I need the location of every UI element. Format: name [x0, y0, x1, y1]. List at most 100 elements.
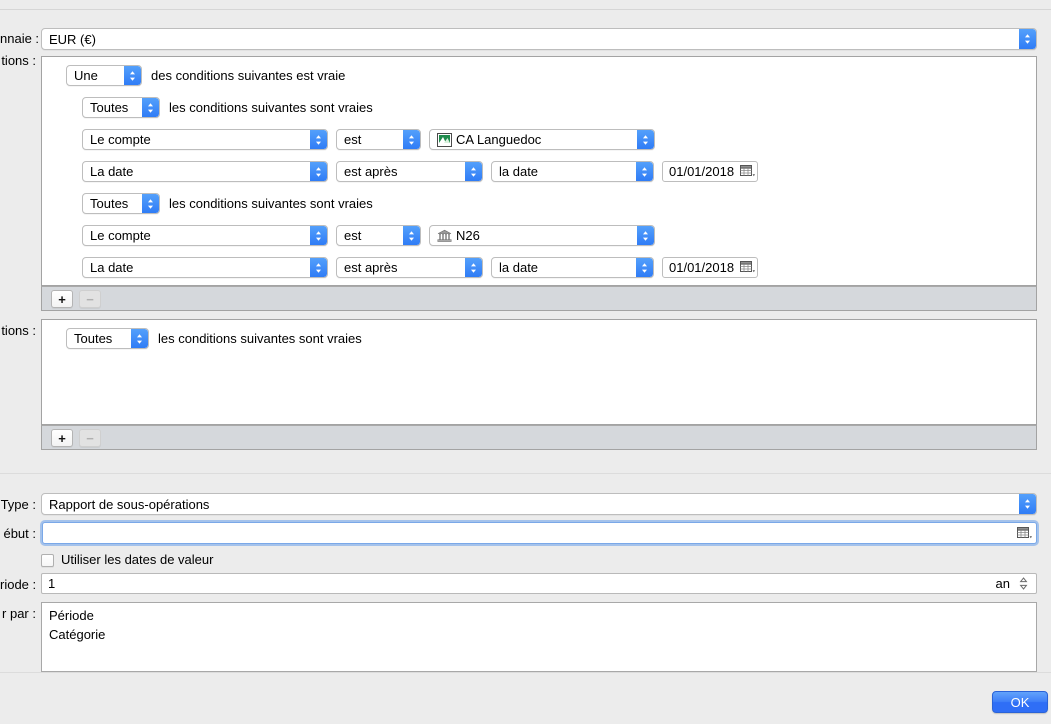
condition-account-popup[interactable]: N26: [429, 225, 655, 246]
conditions-secondary-footer: + −: [41, 425, 1037, 450]
sort-label: r par :: [2, 606, 36, 621]
ok-button[interactable]: OK: [992, 691, 1048, 713]
chevron-updown-icon[interactable]: [142, 98, 159, 117]
section-divider: [0, 473, 1051, 474]
period-count-field[interactable]: 1 an: [41, 573, 1037, 594]
chevron-updown-icon[interactable]: [636, 162, 653, 181]
condition-date-value: 01/01/2018: [669, 260, 735, 275]
list-item[interactable]: Catégorie: [42, 625, 1036, 644]
condition-datemode-popup[interactable]: la date: [491, 257, 654, 278]
calendar-icon[interactable]: [740, 261, 756, 274]
dialog-footer-bar: [0, 673, 1051, 724]
chevron-updown-icon[interactable]: [636, 258, 653, 277]
group-match-value: Toutes: [90, 100, 129, 115]
conditions-primary-label: tions :: [1, 53, 36, 68]
root-match-popup[interactable]: Toutes: [66, 328, 149, 349]
calendar-icon[interactable]: [1017, 526, 1032, 540]
condition-account-value: N26: [456, 228, 480, 243]
root-match-text: des conditions suivantes est vraie: [151, 67, 346, 83]
condition-group-header: Toutes les conditions suivantes sont vra…: [82, 193, 373, 214]
condition-field-popup[interactable]: La date: [82, 161, 328, 182]
add-condition-button[interactable]: +: [51, 290, 73, 308]
chevron-updown-icon[interactable]: [465, 162, 482, 181]
group-match-value: Toutes: [90, 196, 129, 211]
condition-field-popup[interactable]: La date: [82, 257, 328, 278]
use-value-dates-checkbox-row[interactable]: Utiliser les dates de valeur: [41, 552, 213, 568]
plus-icon: +: [58, 291, 66, 307]
condition-operator-popup[interactable]: est après: [336, 257, 483, 278]
chevron-updown-icon[interactable]: [310, 130, 327, 149]
root-match-popup[interactable]: Une: [66, 65, 142, 86]
chevron-updown-icon[interactable]: [124, 66, 141, 85]
group-match-popup[interactable]: Toutes: [82, 97, 160, 118]
period-label: riode :: [0, 577, 37, 592]
condition-group-header: Toutes les conditions suivantes sont vra…: [82, 97, 373, 118]
remove-condition-button[interactable]: −: [79, 429, 101, 447]
chevron-updown-icon[interactable]: [1019, 494, 1036, 514]
add-condition-button[interactable]: +: [51, 429, 73, 447]
condition-row: Le compte est: [82, 225, 1012, 246]
period-count-value: 1: [48, 576, 56, 591]
condition-field-popup[interactable]: Le compte: [82, 129, 328, 150]
chevron-updown-icon[interactable]: [1019, 29, 1036, 49]
list-item[interactable]: Période: [42, 606, 1036, 625]
condition-operator-popup[interactable]: est: [336, 129, 421, 150]
currency-label-wrap: nnaie :: [0, 31, 39, 48]
condition-field-value: Le compte: [90, 132, 151, 147]
report-type-popup[interactable]: Rapport de sous-opérations: [41, 493, 1037, 515]
condition-operator-value: est: [344, 132, 362, 147]
condition-operator-value: est après: [344, 164, 398, 179]
currency-popup-button[interactable]: EUR (€): [41, 28, 1037, 50]
bank-logo-icon: [437, 132, 452, 147]
chevron-updown-icon[interactable]: [403, 130, 420, 149]
condition-account-popup[interactable]: CA Languedoc: [429, 129, 655, 150]
conditions-secondary-label: tions :: [1, 323, 36, 338]
use-value-dates-checkbox[interactable]: [41, 553, 54, 567]
condition-date-field[interactable]: 01/01/2018: [662, 257, 758, 278]
condition-datemode-value: la date: [499, 260, 539, 275]
chevron-updown-icon[interactable]: [310, 226, 327, 245]
start-date-field[interactable]: [42, 522, 1037, 544]
group-match-text: les conditions suivantes sont vraies: [169, 195, 373, 211]
group-match-popup[interactable]: Toutes: [82, 193, 160, 214]
remove-condition-button[interactable]: −: [79, 290, 101, 308]
currency-value: EUR (€): [49, 31, 96, 47]
chevron-updown-icon[interactable]: [1016, 575, 1030, 592]
minus-icon: −: [86, 430, 94, 446]
top-divider: [0, 9, 1051, 10]
type-label: Type :: [0, 497, 36, 512]
sort-listbox[interactable]: Période Catégorie: [41, 602, 1037, 672]
use-value-dates-label: Utiliser les dates de valeur: [61, 552, 214, 567]
condition-operator-value: est après: [344, 260, 398, 275]
conditions-primary-footer: + −: [41, 286, 1037, 311]
chevron-updown-icon[interactable]: [142, 194, 159, 213]
chevron-updown-icon[interactable]: [131, 329, 148, 348]
condition-field-value: Le compte: [90, 228, 151, 243]
condition-datemode-value: la date: [499, 164, 539, 179]
condition-operator-popup[interactable]: est après: [336, 161, 483, 182]
chevron-updown-icon[interactable]: [637, 226, 654, 245]
condition-root-row: Une des conditions suivantes est vraie: [66, 65, 345, 86]
condition-datemode-popup[interactable]: la date: [491, 161, 654, 182]
condition-field-popup[interactable]: Le compte: [82, 225, 328, 246]
conditions-primary-label-wrap: tions :: [0, 53, 36, 70]
chevron-updown-icon[interactable]: [403, 226, 420, 245]
condition-root-row: Toutes les conditions suivantes sont vra…: [66, 328, 362, 349]
ok-button-label: OK: [1010, 694, 1030, 710]
type-label-wrap: Type :: [0, 497, 36, 514]
chevron-updown-icon[interactable]: [310, 258, 327, 277]
report-type-value: Rapport de sous-opérations: [49, 496, 210, 512]
condition-operator-popup[interactable]: est: [336, 225, 421, 246]
calendar-icon[interactable]: [740, 165, 756, 178]
group-match-text: les conditions suivantes sont vraies: [169, 99, 373, 115]
chevron-updown-icon[interactable]: [637, 130, 654, 149]
chevron-updown-icon[interactable]: [465, 258, 482, 277]
condition-row: La date est après la date 01/01/2018: [82, 161, 1012, 182]
root-match-value: Une: [74, 68, 98, 83]
sort-label-wrap: r par :: [0, 606, 36, 623]
condition-field-value: La date: [90, 260, 134, 275]
condition-row: La date est après la date 01/01/2018: [82, 257, 1012, 278]
condition-row: Le compte est: [82, 129, 1012, 150]
condition-date-field[interactable]: 01/01/2018: [662, 161, 758, 182]
chevron-updown-icon[interactable]: [310, 162, 327, 181]
